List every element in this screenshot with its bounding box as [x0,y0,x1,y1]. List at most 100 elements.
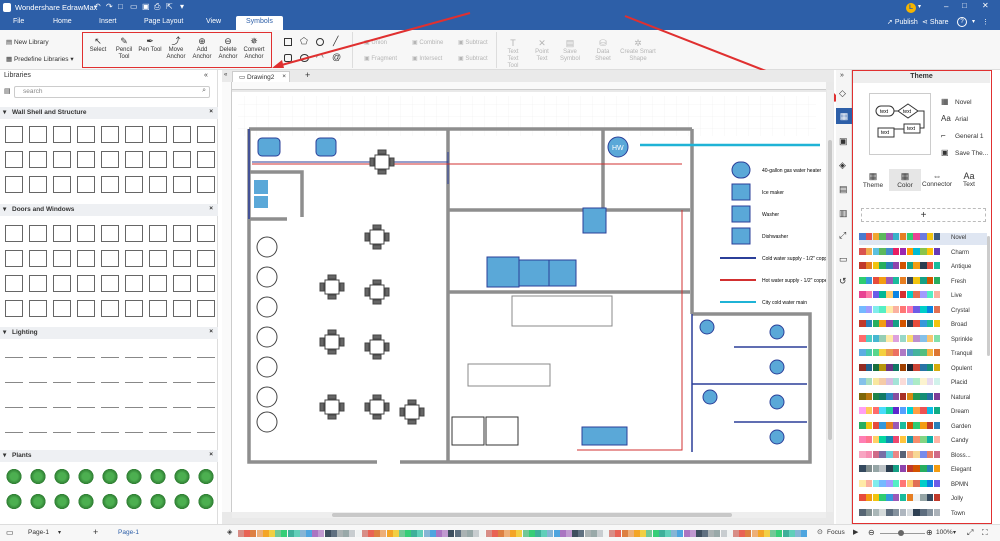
image-icon[interactable]: ▣ [839,136,848,147]
theme-option-3[interactable]: ▣ Save The... [941,148,988,157]
door-symbol[interactable] [53,225,71,242]
palette-swatch[interactable] [695,530,702,537]
palette-swatch[interactable] [405,530,412,537]
palette-swatch[interactable] [380,530,387,537]
redo-icon[interactable]: ↷ [106,2,113,11]
chair-icon[interactable] [327,274,337,280]
palette-swatch[interactable] [683,530,690,537]
rectangle-shape-icon[interactable] [284,38,292,46]
door-symbol[interactable] [29,275,47,292]
chair-icon[interactable] [339,402,345,412]
palette-swatch[interactable] [714,530,721,537]
chair-icon[interactable] [372,334,382,340]
door-symbol[interactable] [101,250,119,267]
palette-swatch[interactable] [584,530,591,537]
door-symbol[interactable] [149,225,167,242]
pentagon-shape-icon[interactable]: ⬠ [300,37,309,46]
palette-swatch[interactable] [794,530,801,537]
wall-symbol[interactable] [101,151,119,168]
plant-symbol[interactable] [29,493,47,510]
close-icon[interactable]: ✕ [982,1,989,10]
light-symbol[interactable] [197,429,215,433]
door-symbol[interactable] [197,300,215,317]
plant-symbol[interactable] [173,493,191,510]
help-button[interactable]: ? [957,17,967,27]
light-symbol[interactable] [5,379,23,383]
palette-swatch[interactable] [770,530,777,537]
palette-swatch[interactable] [671,530,678,537]
union-button[interactable]: ▣ Union [364,40,387,47]
plant-symbol[interactable] [101,493,119,510]
theme-row[interactable]: Candy [859,436,987,448]
chair-icon[interactable] [399,407,405,417]
sink-icon[interactable] [254,180,268,194]
table-icon[interactable] [369,339,385,355]
theme-row[interactable]: Garden [859,421,987,434]
palette-swatch[interactable] [324,530,331,537]
plant-symbol[interactable] [149,493,167,510]
minimize-icon[interactable]: – [944,2,948,11]
chair-icon[interactable] [372,354,382,360]
light-symbol[interactable] [77,354,95,358]
palette-swatch[interactable] [565,530,572,537]
wall-symbol[interactable] [53,126,71,143]
chair-icon[interactable] [327,329,337,335]
fullscreen-icon[interactable]: ⛶ [982,528,988,538]
palette-swatch[interactable] [460,530,467,537]
palette-swatch[interactable] [361,530,368,537]
palette-swatch[interactable] [238,530,244,537]
help-menu-chevron-icon[interactable]: ▾ [972,18,975,25]
palette-swatch[interactable] [751,530,758,537]
light-symbol[interactable] [5,404,23,408]
convert-anchor-tool-button[interactable]: ✵ Convert Anchor [242,36,266,61]
chair-icon[interactable] [384,402,390,412]
toilet-icon[interactable] [702,389,718,405]
menu-view[interactable]: View [206,18,221,25]
horizontal-scrollbar[interactable] [232,512,826,518]
palette-swatch[interactable] [466,530,473,537]
palette-swatch[interactable] [739,530,746,537]
history-icon[interactable]: ↺ [839,276,847,287]
light-symbol[interactable] [149,404,167,408]
move-anchor-tool-button[interactable]: ⤴ Move Anchor [164,36,188,61]
chair-icon[interactable] [384,232,390,242]
wall-symbol[interactable] [101,126,119,143]
maximize-icon[interactable]: □ [962,1,967,10]
dishwasher-fixture[interactable] [548,259,577,287]
palette-swatch[interactable] [634,530,640,537]
subtract2-button[interactable]: ▣ Subtract [458,56,488,63]
plant-symbol[interactable] [197,493,215,510]
plant-symbol[interactable] [173,468,191,485]
rounded-rect-shape-icon[interactable] [284,54,292,62]
tab-connector[interactable]: ⇔ Connector [921,169,953,190]
wall-symbol[interactable] [125,176,143,193]
palette-swatch[interactable] [275,530,282,537]
door-symbol[interactable] [197,225,215,242]
palette-swatch[interactable] [374,530,381,537]
door-symbol[interactable] [149,300,167,317]
theme-row[interactable]: BPMN [859,479,987,492]
palette-swatch[interactable] [491,530,498,537]
floor-plan[interactable]: HW 40-gallon gas water heater Ice maker Wa… [232,92,826,512]
add-theme-button[interactable]: + [861,208,986,222]
booth-seat-icon[interactable] [256,326,278,348]
palette-swatch[interactable] [559,530,566,537]
wall-symbol[interactable] [197,176,215,193]
plant-symbol[interactable] [5,468,23,485]
palette-swatch[interactable] [664,530,671,537]
theme-option-1[interactable]: Aa Arial [941,114,968,123]
door-symbol[interactable] [29,250,47,267]
booth-seat-icon[interactable] [256,411,278,433]
booth-seat-icon[interactable] [256,266,278,288]
expand-fit-icon[interactable]: ⤢ [839,230,846,241]
stove-icon[interactable] [485,416,519,446]
theme-panel-icon[interactable]: ▦ [836,108,852,124]
palette-swatch[interactable] [436,530,442,537]
color-palette[interactable] [238,530,808,539]
more-options-icon[interactable]: ⋮ [982,18,989,26]
chair-icon[interactable] [339,282,345,292]
door-symbol[interactable] [125,225,143,242]
palette-swatch[interactable] [627,530,634,537]
palette-swatch[interactable] [547,530,554,537]
palette-swatch[interactable] [398,530,405,537]
